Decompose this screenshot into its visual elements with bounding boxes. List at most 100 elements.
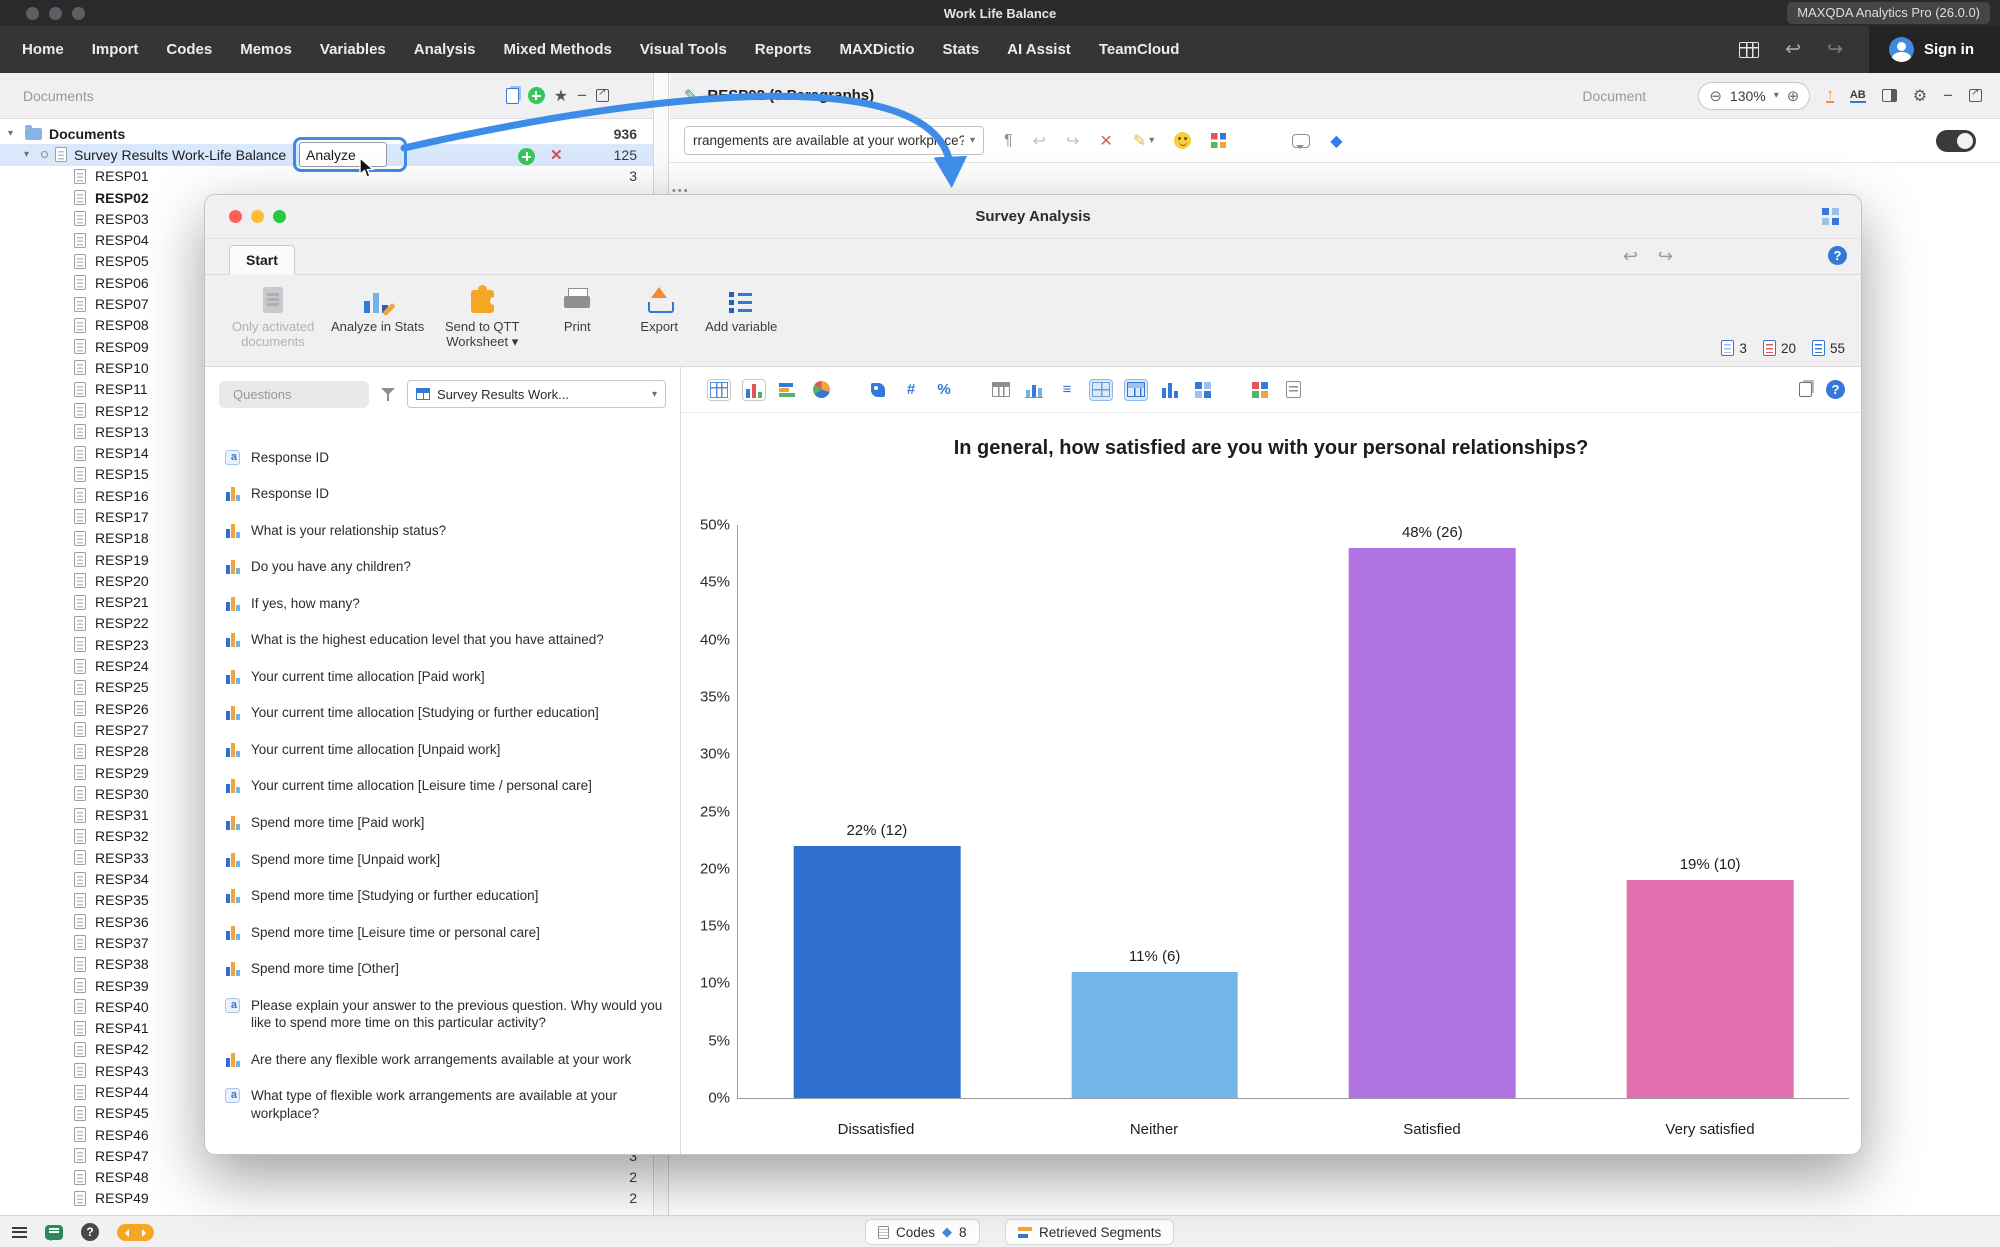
survey-window-titlebar[interactable]: Survey Analysis xyxy=(205,195,1861,239)
edit-mode-icon[interactable]: ✎ xyxy=(684,86,697,106)
spellcheck-icon[interactable]: AB xyxy=(1850,89,1866,103)
question-item[interactable]: Your current time allocation [Paid work] xyxy=(221,658,672,695)
question-item[interactable]: Spend more time [Other] xyxy=(221,951,672,988)
undo-icon[interactable]: ↩ xyxy=(1785,38,1801,61)
gear-icon[interactable]: ⚙ xyxy=(1913,86,1927,106)
hamburger-menu-icon[interactable] xyxy=(12,1227,27,1238)
chevron-down-icon[interactable]: ▾ xyxy=(8,128,18,139)
tab-start[interactable]: Start xyxy=(229,245,295,275)
menu-item-analysis[interactable]: Analysis xyxy=(400,41,490,58)
color-coding-icon[interactable] xyxy=(1211,133,1226,148)
chart-bar[interactable] xyxy=(1627,880,1794,1098)
menu-item-codes[interactable]: Codes xyxy=(152,41,226,58)
question-item[interactable]: Spend more time [Paid work] xyxy=(221,804,672,841)
menu-item-home[interactable]: Home xyxy=(8,41,78,58)
redo-icon[interactable]: ↪ xyxy=(1658,246,1673,267)
question-item[interactable]: If yes, how many? xyxy=(221,585,672,622)
clear-coding-icon[interactable]: ✕ xyxy=(1099,131,1112,151)
paragraph-icon[interactable]: ¶ xyxy=(1004,132,1013,150)
question-item[interactable]: What type of flexible work arrangements … xyxy=(221,1078,672,1132)
percent-display-icon[interactable]: % xyxy=(933,379,955,401)
chevron-down-icon[interactable]: ▾ xyxy=(24,149,34,160)
question-item[interactable]: Spend more time [Leisure time or persona… xyxy=(221,914,672,951)
print-button[interactable]: Print xyxy=(540,285,614,350)
copy-chart-icon[interactable] xyxy=(1799,382,1812,397)
clipboard-icon[interactable] xyxy=(1282,379,1304,401)
question-item[interactable]: Spend more time [Studying or further edu… xyxy=(221,878,672,915)
retrieved-segments-chip[interactable]: Retrieved Segments xyxy=(1005,1219,1174,1245)
count-display-icon[interactable]: # xyxy=(900,379,922,401)
table-view-icon[interactable] xyxy=(707,379,731,401)
combo-chart-icon[interactable] xyxy=(1023,379,1045,401)
chart-bar[interactable] xyxy=(794,846,961,1098)
questions-search-input[interactable] xyxy=(233,387,333,402)
undo-edit-icon[interactable]: ↩ xyxy=(1033,131,1046,151)
code-diamond-icon[interactable]: ◆ xyxy=(1330,131,1342,151)
undock-panel-icon[interactable] xyxy=(1969,89,1982,102)
source-document-dropdown[interactable]: Survey Results Work... ▾ xyxy=(407,380,666,408)
chevron-down-icon[interactable]: ▾ xyxy=(1774,90,1779,101)
menu-item-visual-tools[interactable]: Visual Tools xyxy=(626,41,741,58)
help-icon[interactable]: ? xyxy=(81,1223,99,1241)
survey-traffic-lights[interactable] xyxy=(229,210,286,223)
color-tiles-icon[interactable] xyxy=(1249,379,1271,401)
document-row-resp48[interactable]: RESP482 xyxy=(0,1167,653,1188)
help-icon[interactable]: ? xyxy=(1826,380,1845,399)
menu-item-stats[interactable]: Stats xyxy=(928,41,993,58)
horizontal-bar-chart-icon[interactable] xyxy=(777,379,799,401)
pie-chart-icon[interactable] xyxy=(810,379,832,401)
minimize-window-icon[interactable] xyxy=(251,210,264,223)
question-item[interactable]: Do you have any children? xyxy=(221,549,672,586)
chart-bar[interactable] xyxy=(1349,548,1516,1098)
undo-icon[interactable]: ↩ xyxy=(1623,246,1638,267)
question-item[interactable]: Response ID xyxy=(221,439,672,476)
highlighter-icon[interactable]: ✎▾ xyxy=(1133,131,1154,151)
document-search-input[interactable] xyxy=(1582,88,1682,104)
analyze-in-stats-button[interactable]: Analyze in Stats xyxy=(331,285,424,350)
tables-icon[interactable] xyxy=(1739,42,1759,58)
new-document-icon[interactable] xyxy=(528,87,545,104)
question-item[interactable]: Are there any flexible work arrangements… xyxy=(221,1041,672,1078)
undock-panel-icon[interactable] xyxy=(596,89,609,102)
feedback-chat-icon[interactable] xyxy=(45,1225,63,1240)
zoom-out-icon[interactable]: ⊖ xyxy=(1709,87,1722,105)
documents-search-input[interactable] xyxy=(23,88,173,104)
column-chart-icon[interactable] xyxy=(1159,379,1181,401)
cancel-rename-icon[interactable]: ✕ xyxy=(550,146,563,164)
question-item[interactable]: Response ID xyxy=(221,476,672,513)
only-activated-documents-button[interactable]: Only activated documents xyxy=(223,285,323,350)
documents-overview-icon[interactable] xyxy=(506,88,519,104)
menu-item-teamcloud[interactable]: TeamCloud xyxy=(1085,41,1194,58)
chart-bar[interactable] xyxy=(1071,972,1238,1098)
redo-edit-icon[interactable]: ↪ xyxy=(1066,131,1079,151)
tile-view-icon[interactable] xyxy=(1192,379,1214,401)
zoom-control[interactable]: ⊖ 130% ▾ ⊕ xyxy=(1698,82,1810,110)
comment-icon[interactable] xyxy=(1292,134,1310,148)
grid-layout-icon[interactable] xyxy=(1089,379,1113,401)
question-item[interactable]: Your current time allocation [Leisure ti… xyxy=(221,768,672,805)
help-icon[interactable]: ? xyxy=(1828,246,1847,265)
export-document-icon[interactable]: ↑ xyxy=(1826,88,1834,103)
question-item[interactable]: What is your relationship status? xyxy=(221,512,672,549)
bar-chart-view-icon[interactable] xyxy=(742,379,766,401)
status-range-badge[interactable] xyxy=(117,1224,154,1241)
minimize-panel-icon[interactable]: − xyxy=(1943,86,1953,106)
redo-icon[interactable]: ↪ xyxy=(1827,38,1843,61)
favorites-star-icon[interactable]: ★ xyxy=(554,86,568,106)
compact-table-icon[interactable] xyxy=(990,379,1012,401)
menu-item-import[interactable]: Import xyxy=(78,41,153,58)
menu-item-reports[interactable]: Reports xyxy=(741,41,826,58)
codes-status-chip[interactable]: Codes ◆ 8 xyxy=(865,1219,980,1245)
dark-mode-toggle[interactable] xyxy=(1936,130,1976,152)
list-view-icon[interactable]: ≡ xyxy=(1056,379,1078,401)
rename-document-input[interactable] xyxy=(299,142,387,167)
question-item[interactable]: Your current time allocation [Studying o… xyxy=(221,695,672,732)
sidebar-toggle-icon[interactable] xyxy=(1882,89,1897,102)
document-row-resp49[interactable]: RESP492 xyxy=(0,1188,653,1209)
signin-area[interactable]: Sign in xyxy=(1869,26,2000,73)
menu-item-mixed-methods[interactable]: Mixed Methods xyxy=(489,41,625,58)
menu-item-maxdictio[interactable]: MAXDictio xyxy=(825,41,928,58)
menu-item-ai-assist[interactable]: AI Assist xyxy=(993,41,1085,58)
menu-item-variables[interactable]: Variables xyxy=(306,41,400,58)
menu-item-memos[interactable]: Memos xyxy=(226,41,306,58)
